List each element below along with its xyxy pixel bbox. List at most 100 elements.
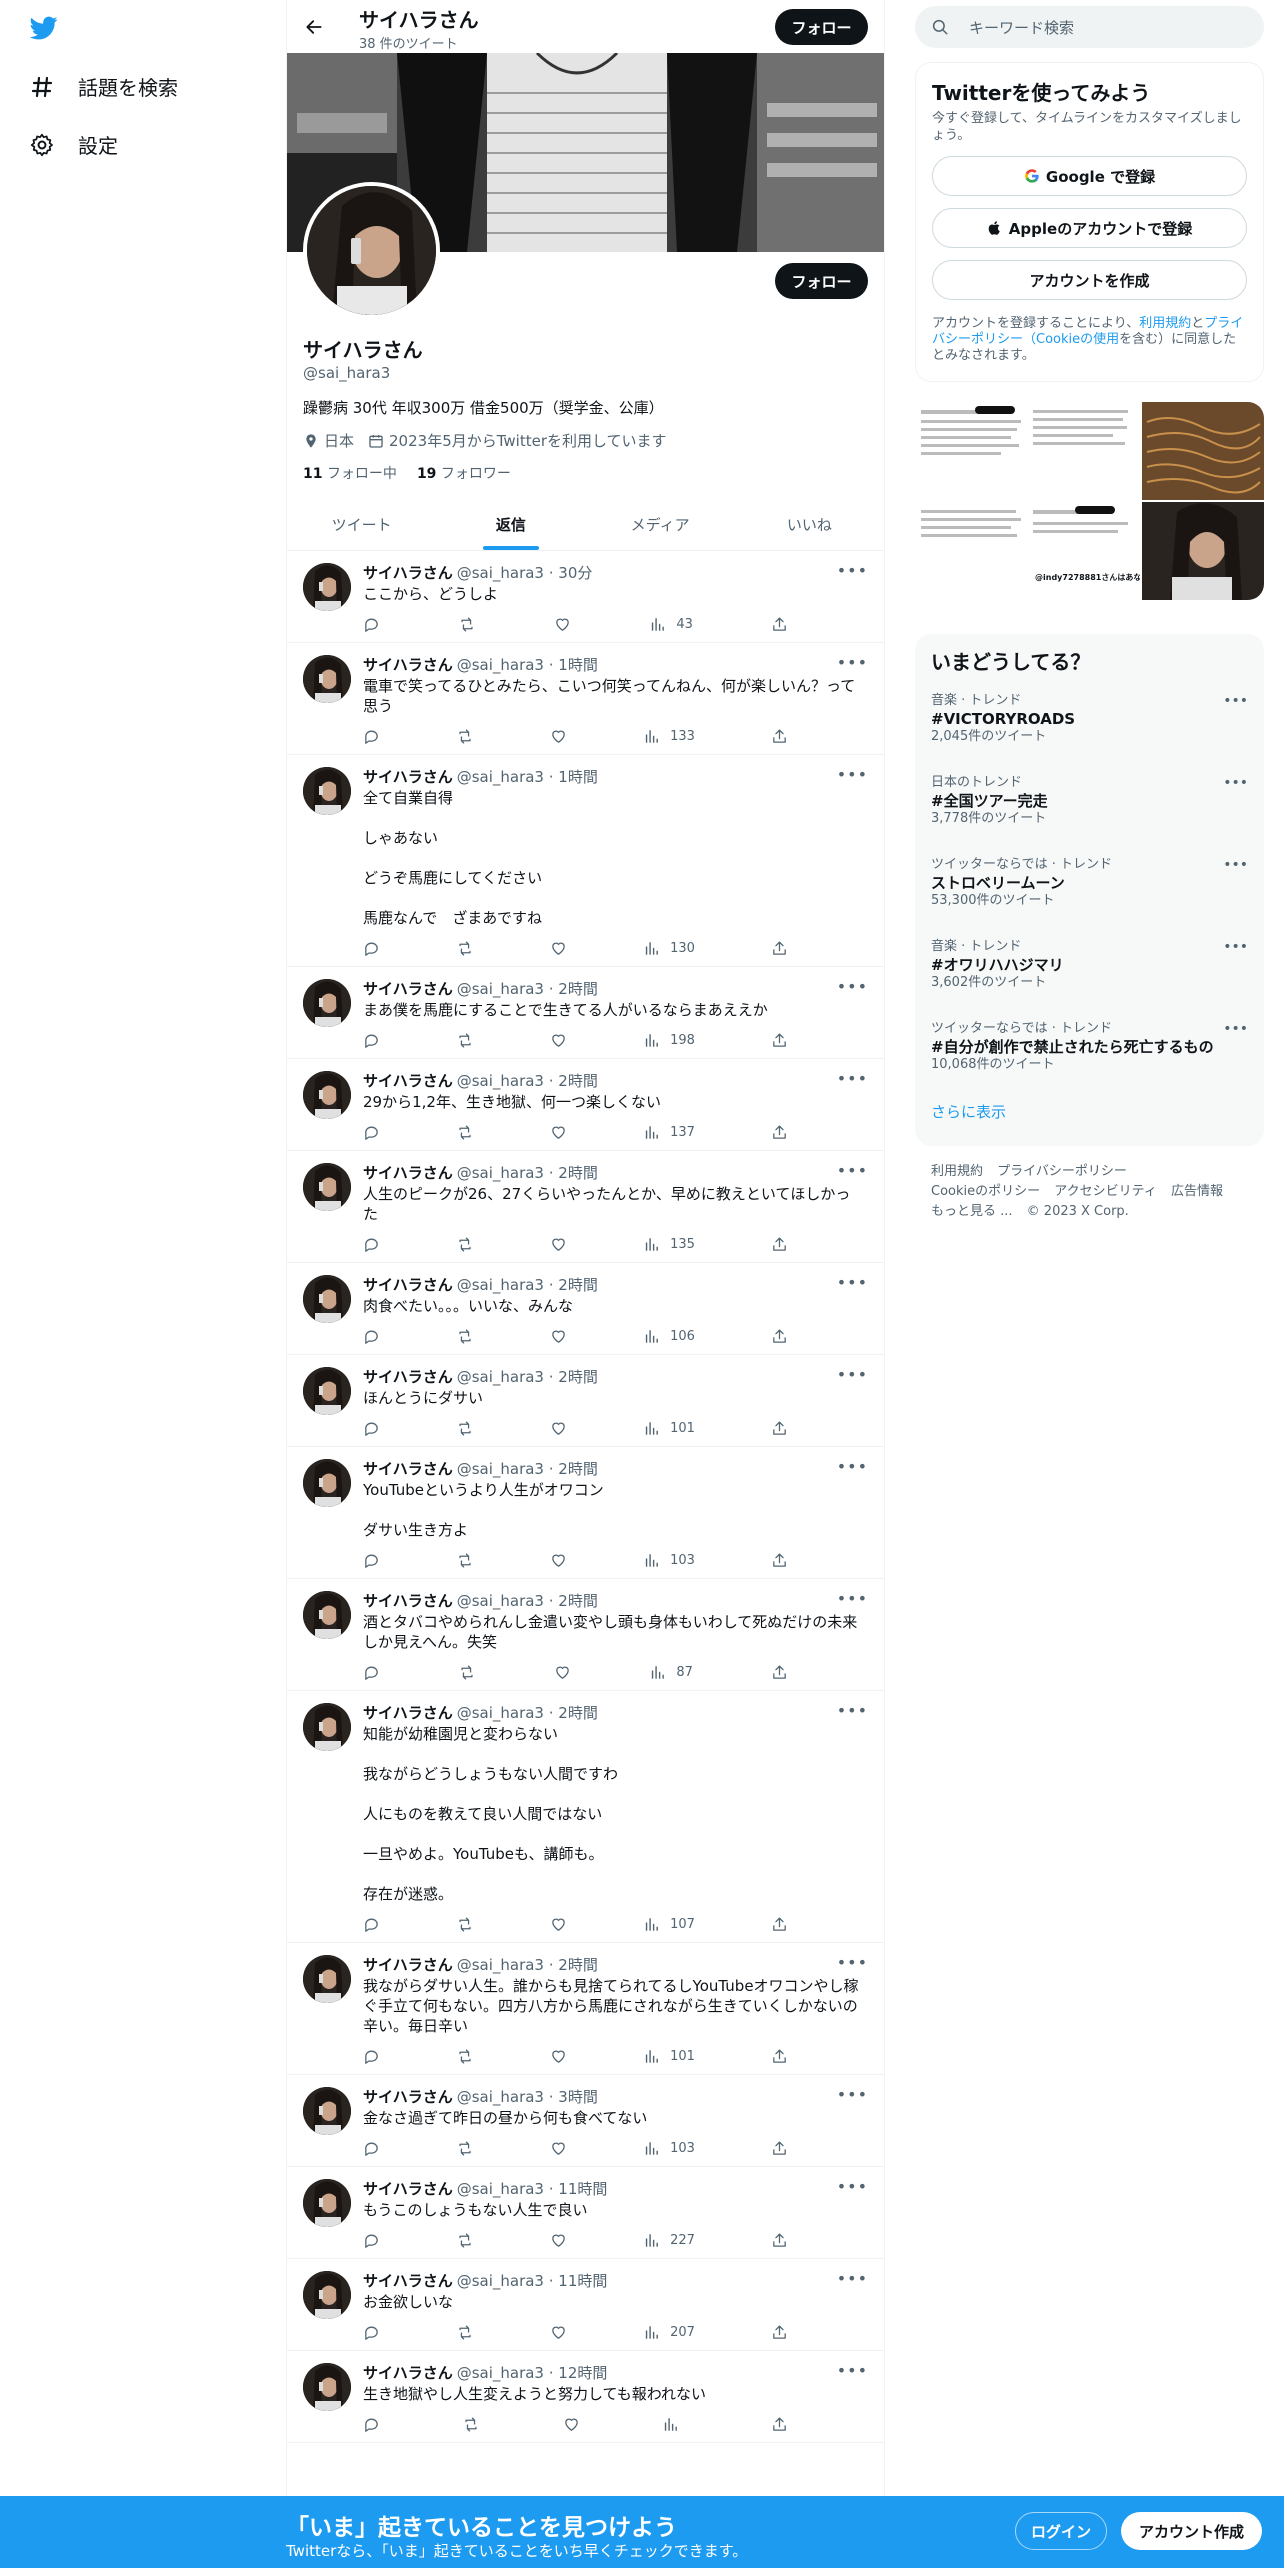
like-icon[interactable]: [550, 2046, 567, 2066]
like-icon[interactable]: [550, 1550, 567, 1570]
profile-avatar[interactable]: [303, 182, 440, 319]
tab-replies[interactable]: 返信: [436, 498, 585, 550]
media-thumb-4[interactable]: [1142, 502, 1264, 600]
tweet-avatar[interactable]: [303, 2179, 351, 2227]
share-icon[interactable]: [771, 1662, 788, 1682]
tweet-author-name[interactable]: サイハラさん: [363, 2363, 453, 2383]
tweet-avatar[interactable]: [303, 1591, 351, 1639]
tweet-author-name[interactable]: サイハラさん: [363, 2179, 453, 2199]
tweet-handle-time[interactable]: @sai_hara3 · 2時間: [457, 1071, 598, 1091]
more-options-icon[interactable]: •••: [837, 2269, 868, 2288]
create-account-button[interactable]: アカウントを作成: [932, 260, 1247, 300]
reply-icon[interactable]: [363, 1234, 380, 1254]
share-icon[interactable]: [771, 2046, 788, 2066]
more-options-icon[interactable]: •••: [837, 653, 868, 672]
more-options-icon[interactable]: •••: [837, 765, 868, 784]
more-options-icon[interactable]: •••: [837, 1161, 868, 1180]
trend-item[interactable]: ツイッターならでは · トレンド ストロベリームーン 53,300件のツイート …: [915, 851, 1264, 933]
tweet[interactable]: サイハラさん @sai_hara3 · 12時間 ••• 生き地獄やし人生変えよ…: [287, 2351, 884, 2443]
trends-show-more[interactable]: さらに表示: [915, 1097, 1264, 1126]
views-icon[interactable]: 207: [643, 2322, 695, 2342]
more-options-icon[interactable]: •••: [837, 2361, 868, 2380]
tweet[interactable]: サイハラさん @sai_hara3 · 2時間 ••• 人生のピークが26、27…: [287, 1151, 884, 1263]
tweet-author-name[interactable]: サイハラさん: [363, 1071, 453, 1091]
like-icon[interactable]: [554, 614, 571, 634]
reply-icon[interactable]: [363, 614, 380, 634]
more-options-icon[interactable]: •••: [837, 1457, 868, 1476]
footer-more[interactable]: もっと見る ...: [931, 1204, 1013, 1219]
tweet-handle-time[interactable]: @sai_hara3 · 2時間: [457, 1703, 598, 1723]
more-options-icon[interactable]: •••: [837, 977, 868, 996]
share-icon[interactable]: [771, 1030, 788, 1050]
like-icon[interactable]: [550, 1914, 567, 1934]
reply-icon[interactable]: [363, 726, 380, 746]
tweet-handle-time[interactable]: @sai_hara3 · 1時間: [457, 767, 598, 787]
reply-icon[interactable]: [363, 1122, 380, 1142]
views-icon[interactable]: 103: [643, 2138, 695, 2158]
share-icon[interactable]: [771, 1550, 788, 1570]
tweet[interactable]: サイハラさん @sai_hara3 · 3時間 ••• 金なさ過ぎて昨日の昼から…: [287, 2075, 884, 2167]
more-options-icon[interactable]: •••: [837, 1701, 868, 1720]
tweet-handle-time[interactable]: @sai_hara3 · 2時間: [457, 1275, 598, 1295]
like-icon[interactable]: [550, 2322, 567, 2342]
share-icon[interactable]: [771, 2230, 788, 2250]
reply-icon[interactable]: [363, 2138, 380, 2158]
following-link[interactable]: 11 フォロー中: [303, 463, 397, 483]
footer-terms[interactable]: 利用規約: [931, 1164, 983, 1179]
retweet-icon[interactable]: [458, 1662, 476, 1682]
trend-item[interactable]: 音楽 · トレンド #VICTORYROADS 2,045件のツイート •••: [915, 687, 1264, 769]
reply-icon[interactable]: [363, 1914, 380, 1934]
tweet-handle-time[interactable]: @sai_hara3 · 2時間: [457, 979, 598, 999]
tweet-avatar[interactable]: [303, 1459, 351, 1507]
retweet-icon[interactable]: [456, 1418, 474, 1438]
footer-cookie[interactable]: Cookieのポリシー: [931, 1184, 1040, 1199]
share-icon[interactable]: [771, 1326, 788, 1346]
retweet-icon[interactable]: [462, 2414, 480, 2434]
retweet-icon[interactable]: [456, 2138, 474, 2158]
signup-button[interactable]: アカウント作成: [1121, 2512, 1262, 2550]
tweet[interactable]: サイハラさん @sai_hara3 · 2時間 ••• まあ僕を馬鹿にすることで…: [287, 967, 884, 1059]
retweet-icon[interactable]: [456, 726, 474, 746]
reply-icon[interactable]: [363, 938, 380, 958]
like-icon[interactable]: [550, 1030, 567, 1050]
footer-accessibility[interactable]: アクセシビリティ: [1054, 1184, 1157, 1199]
tweet-author-name[interactable]: サイハラさん: [363, 563, 453, 583]
retweet-icon[interactable]: [456, 1030, 474, 1050]
tweet-author-name[interactable]: サイハラさん: [363, 2087, 453, 2107]
retweet-icon[interactable]: [456, 1914, 474, 1934]
tweet-author-name[interactable]: サイハラさん: [363, 655, 453, 675]
tweet-avatar[interactable]: [303, 1163, 351, 1211]
share-icon[interactable]: [771, 2414, 788, 2434]
retweet-icon[interactable]: [456, 1234, 474, 1254]
views-icon[interactable]: 130: [643, 938, 695, 958]
tweet-handle-time[interactable]: @sai_hara3 · 2時間: [457, 1955, 598, 1975]
tweet-author-name[interactable]: サイハラさん: [363, 1367, 453, 1387]
like-icon[interactable]: [550, 2230, 567, 2250]
like-icon[interactable]: [563, 2414, 580, 2434]
reply-icon[interactable]: [363, 2046, 380, 2066]
login-button[interactable]: ログイン: [1015, 2512, 1107, 2550]
tweet-handle-time[interactable]: @sai_hara3 · 11時間: [457, 2271, 608, 2291]
trend-more-icon[interactable]: •••: [1223, 1021, 1248, 1037]
tweet[interactable]: サイハラさん @sai_hara3 · 2時間 ••• 肉食べたい。。。いいな、…: [287, 1263, 884, 1355]
share-icon[interactable]: [771, 2138, 788, 2158]
followers-link[interactable]: 19 フォロワー: [417, 463, 511, 483]
like-icon[interactable]: [550, 1326, 567, 1346]
more-options-icon[interactable]: •••: [837, 1589, 868, 1608]
more-options-icon[interactable]: •••: [837, 1273, 868, 1292]
tab-media[interactable]: メディア: [586, 498, 735, 550]
tweet[interactable]: サイハラさん @sai_hara3 · 2時間 ••• 酒とタバコやめられんし金…: [287, 1579, 884, 1691]
views-icon[interactable]: 198: [643, 1030, 695, 1050]
trend-more-icon[interactable]: •••: [1223, 857, 1248, 873]
more-options-icon[interactable]: •••: [837, 2177, 868, 2196]
tweet-handle-time[interactable]: @sai_hara3 · 30分: [457, 563, 593, 583]
tab-likes[interactable]: いいね: [735, 498, 884, 550]
retweet-icon[interactable]: [456, 938, 474, 958]
search-bar[interactable]: キーワード検索: [915, 6, 1264, 48]
tweet-handle-time[interactable]: @sai_hara3 · 2時間: [457, 1591, 598, 1611]
share-icon[interactable]: [771, 1914, 788, 1934]
share-icon[interactable]: [771, 1234, 788, 1254]
share-icon[interactable]: [771, 2322, 788, 2342]
trend-more-icon[interactable]: •••: [1223, 939, 1248, 955]
share-icon[interactable]: [771, 726, 788, 746]
